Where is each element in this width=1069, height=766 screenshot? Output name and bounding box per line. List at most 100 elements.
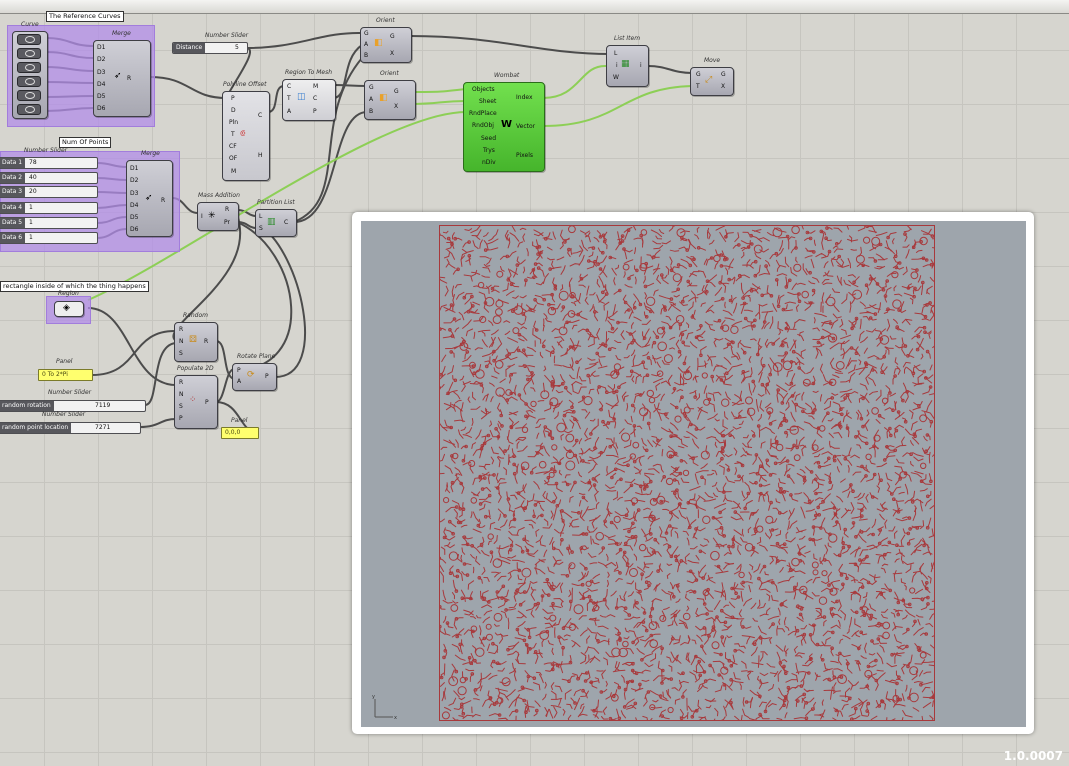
output-port[interactable]: G — [721, 71, 726, 78]
merge-component-2[interactable]: Merge D1 D2 D3 D4 D5 D6 ➶ R — [126, 150, 173, 237]
orient-component-1[interactable]: Orient G A B ◧ G X — [360, 17, 412, 63]
output-port[interactable]: i — [640, 62, 642, 69]
region-to-mesh-component[interactable]: Region To Mesh C T A ◫ M C P — [282, 69, 336, 121]
input-port[interactable]: D4 — [97, 81, 105, 88]
populate-2d-component[interactable]: Populate 2D R N S P ⁘ P — [174, 365, 218, 429]
input-port[interactable]: S — [259, 225, 263, 232]
output-port[interactable]: P — [265, 373, 269, 380]
input-port[interactable]: Trys — [483, 147, 495, 154]
merge-component-1[interactable]: Merge D1 D2 D3 D4 D5 D6 ➶ R — [93, 30, 151, 117]
data-slider-1[interactable]: Data 1 78 — [0, 157, 98, 169]
input-port[interactable]: B — [369, 108, 373, 115]
output-port[interactable]: R — [127, 75, 131, 82]
data-slider-6[interactable]: Data 6 1 — [0, 232, 98, 244]
input-port[interactable]: L — [614, 50, 617, 57]
output-port[interactable]: P — [205, 399, 209, 406]
input-port[interactable]: M — [231, 168, 236, 175]
input-port[interactable]: S — [179, 403, 183, 410]
input-port[interactable]: D6 — [97, 105, 105, 112]
input-port[interactable]: Pln — [229, 119, 238, 126]
input-port[interactable]: nDiv — [482, 159, 496, 166]
data-slider-3[interactable]: Data 3 20 — [0, 186, 98, 198]
move-component[interactable]: Move G T ⤢ G X — [690, 57, 734, 96]
input-port[interactable]: D6 — [130, 226, 138, 233]
output-port[interactable]: Pixels — [516, 152, 533, 159]
input-port[interactable]: P — [237, 367, 241, 374]
output-port[interactable]: G — [390, 33, 395, 40]
input-port[interactable]: G — [369, 84, 374, 91]
input-port[interactable]: A — [287, 108, 291, 115]
output-port[interactable]: R — [225, 206, 229, 213]
data-slider-2[interactable]: Data 2 40 — [0, 172, 98, 184]
input-port[interactable]: D1 — [97, 44, 105, 51]
curve-param[interactable]: Curve — [12, 21, 48, 119]
input-port[interactable]: N — [179, 338, 184, 345]
input-port[interactable]: A — [237, 378, 241, 385]
input-port[interactable]: D3 — [130, 190, 138, 197]
input-port[interactable]: A — [369, 96, 373, 103]
input-port[interactable]: A — [364, 41, 368, 48]
list-item-component[interactable]: List Item L i W ▦ i — [606, 35, 649, 87]
output-port[interactable]: C — [284, 219, 288, 226]
panel-origin[interactable]: 0,0,0 — [221, 427, 259, 439]
input-port[interactable]: Sheet — [479, 98, 496, 105]
input-port[interactable]: P — [231, 95, 235, 102]
input-port[interactable]: I — [201, 213, 203, 220]
input-port[interactable]: T — [231, 131, 235, 138]
output-port[interactable]: C — [258, 112, 262, 119]
input-port[interactable]: G — [696, 71, 701, 78]
output-port[interactable]: C — [313, 95, 317, 102]
output-port[interactable]: X — [721, 83, 725, 90]
output-port[interactable]: Vector — [516, 123, 535, 130]
output-port[interactable]: P — [313, 108, 317, 115]
input-port[interactable]: CF — [229, 143, 237, 150]
random-component[interactable]: Random R N S ⚄ R — [174, 312, 218, 362]
input-port[interactable]: D2 — [97, 56, 105, 63]
data-slider-4[interactable]: Data 4 1 — [0, 202, 98, 214]
input-port[interactable]: Objects — [472, 86, 495, 93]
output-port[interactable]: R — [204, 338, 208, 345]
input-port[interactable]: P — [179, 415, 183, 422]
polyline-offset-component[interactable]: Polyline Offset P D Pln T CF OF M ⟃ C H — [222, 81, 270, 181]
input-port[interactable]: D2 — [130, 177, 138, 184]
orient-component-2[interactable]: Orient G A B ◧ G X — [364, 70, 416, 120]
input-port[interactable]: D3 — [97, 69, 105, 76]
input-port[interactable]: OF — [229, 155, 237, 162]
input-port[interactable]: R — [179, 326, 183, 333]
input-port[interactable]: Seed — [481, 135, 496, 142]
input-port[interactable]: RndObj — [472, 122, 494, 129]
wombat-component[interactable]: Wombat Objects Sheet RndPlace RndObj See… — [463, 72, 545, 172]
input-port[interactable]: G — [364, 30, 369, 37]
input-port[interactable]: T — [696, 83, 700, 90]
input-port[interactable]: N — [179, 391, 184, 398]
random-point-location-slider[interactable]: random point location 7271 — [0, 422, 141, 434]
input-port[interactable]: S — [179, 350, 183, 357]
region-param[interactable]: ◈ — [54, 301, 84, 317]
input-port[interactable]: D4 — [130, 202, 138, 209]
output-port[interactable]: G — [394, 88, 399, 95]
input-port[interactable]: D — [231, 107, 236, 114]
input-port[interactable]: W — [613, 74, 619, 81]
input-port[interactable]: L — [259, 213, 262, 220]
input-port[interactable]: D1 — [130, 165, 138, 172]
output-port[interactable]: M — [313, 83, 318, 90]
data-slider-5[interactable]: Data 5 1 — [0, 217, 98, 229]
output-port[interactable]: Pr — [224, 219, 230, 226]
output-port[interactable]: X — [390, 50, 394, 57]
output-port[interactable]: R — [161, 197, 165, 204]
panel-range[interactable]: 0 To 2*Pi — [38, 369, 93, 381]
distance-slider[interactable]: Distance 5 — [172, 42, 248, 54]
input-port[interactable]: i — [616, 62, 618, 69]
input-port[interactable]: D5 — [130, 214, 138, 221]
input-port[interactable]: C — [287, 83, 291, 90]
input-port[interactable]: D5 — [97, 93, 105, 100]
output-port[interactable]: H — [258, 152, 263, 159]
rotate-plane-component[interactable]: Rotate Plane P A ⟳ P — [232, 353, 277, 391]
input-port[interactable]: B — [364, 52, 368, 59]
input-port[interactable]: R — [179, 379, 183, 386]
partition-list-component[interactable]: Partition List L S ▥ C — [255, 199, 297, 237]
mass-addition-component[interactable]: Mass Addition I ✳ R Pr — [197, 192, 240, 231]
rhino-viewport-preview[interactable]: y x — [352, 212, 1034, 734]
input-port[interactable]: T — [287, 95, 291, 102]
output-port[interactable]: Index — [516, 94, 533, 101]
